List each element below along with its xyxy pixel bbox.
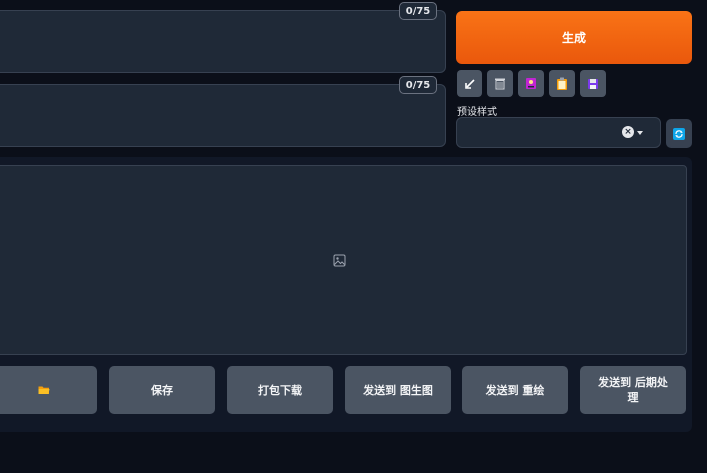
- styles-label: 预设样式: [457, 107, 497, 118]
- trash-icon: [495, 78, 505, 90]
- send-to-img2img-button[interactable]: 发送到 图生图: [345, 366, 451, 414]
- prompt-token-counter: 0/75: [399, 2, 437, 20]
- paste-parameters-button[interactable]: [457, 70, 482, 97]
- clear-selection-icon[interactable]: ×: [622, 126, 634, 138]
- arrow-icon: [464, 78, 475, 89]
- output-gallery[interactable]: [0, 165, 687, 355]
- floppy-disk-icon: [588, 78, 598, 89]
- clear-prompt-button[interactable]: [487, 70, 513, 97]
- extra-networks-button[interactable]: [518, 70, 544, 97]
- send-to-extras-button[interactable]: 发送到 后期处理: [580, 366, 686, 414]
- negative-prompt-token-counter: 0/75: [399, 76, 437, 94]
- save-style-button[interactable]: [580, 70, 606, 97]
- styles-dropdown[interactable]: ×: [456, 117, 661, 148]
- zip-download-button[interactable]: 打包下载: [227, 366, 333, 414]
- generate-button[interactable]: 生成: [456, 11, 692, 64]
- save-button[interactable]: 保存: [109, 366, 215, 414]
- image-icon: [526, 78, 536, 89]
- prompt-textarea[interactable]: [0, 10, 446, 73]
- send-to-inpaint-button[interactable]: 发送到 重绘: [462, 366, 568, 414]
- negative-prompt-textarea[interactable]: [0, 84, 446, 147]
- folder-icon: [38, 386, 49, 394]
- refresh-styles-button[interactable]: [666, 119, 692, 148]
- chevron-down-icon: [637, 131, 643, 135]
- clipboard-icon: [557, 77, 567, 90]
- apply-styles-button[interactable]: [549, 70, 575, 97]
- image-placeholder-icon: [333, 254, 346, 267]
- refresh-icon: [673, 127, 685, 140]
- open-folder-button[interactable]: [0, 366, 97, 414]
